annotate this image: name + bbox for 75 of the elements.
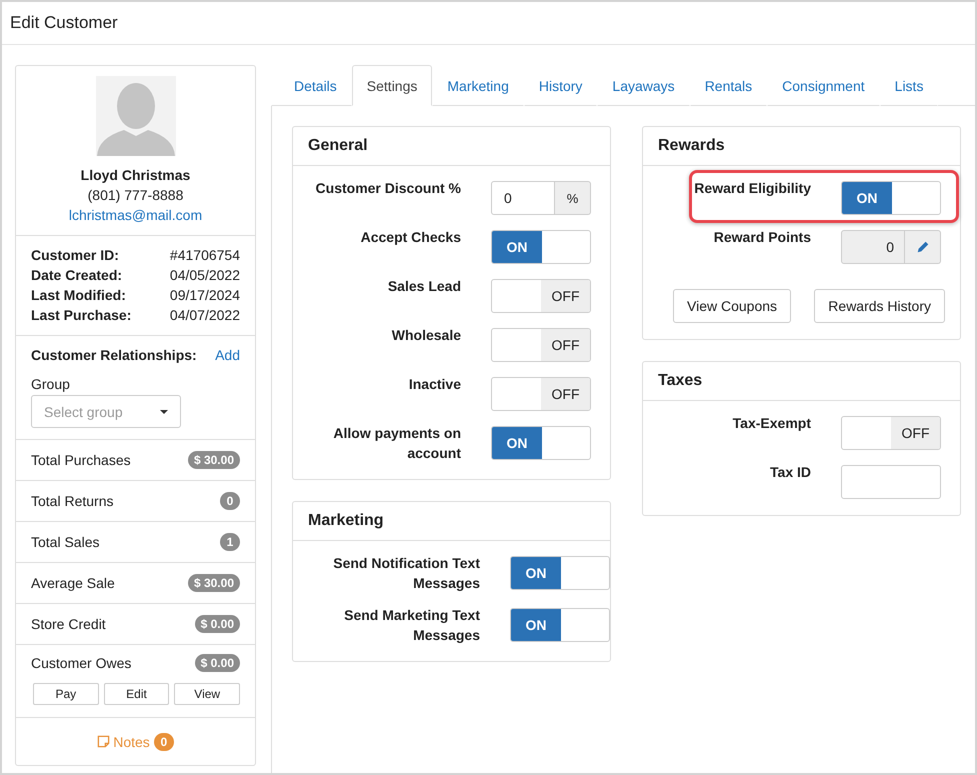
field-label: Accept Checks xyxy=(360,228,461,247)
toggle-switch[interactable]: OFF xyxy=(491,377,591,411)
field-label: Send Notification Text Messages xyxy=(332,554,480,593)
stat-label: Total Returns xyxy=(31,493,114,509)
panel-button[interactable]: View Coupons xyxy=(673,289,792,323)
detail-value: 09/17/2024 xyxy=(170,286,240,305)
discount-field[interactable]: 0 xyxy=(491,181,555,215)
customer-email-link[interactable]: lchristmas@mail.com xyxy=(68,205,202,225)
caret-icon xyxy=(160,410,168,414)
detail-label: Date Created: xyxy=(31,266,122,285)
detail-label: Last Purchase: xyxy=(31,306,132,325)
toggle-switch[interactable]: OFF xyxy=(491,328,591,362)
panel-title: Taxes xyxy=(658,372,702,390)
tab[interactable]: Layaways xyxy=(597,65,690,106)
stat-badge: $ 30.00 xyxy=(188,451,240,469)
field-label: Tax ID xyxy=(769,463,811,482)
toggle-switch[interactable]: ON xyxy=(491,426,591,460)
tax-id-field[interactable] xyxy=(841,465,941,499)
panel-title: General xyxy=(308,137,368,155)
stat-badge: 0 xyxy=(220,492,240,510)
field-label: Reward Points xyxy=(712,228,811,247)
stat-label: Total Purchases xyxy=(31,452,131,468)
window-title: Edit Customer xyxy=(10,13,118,33)
tab[interactable]: History xyxy=(524,65,598,106)
tab[interactable]: Settings xyxy=(352,65,432,106)
panel-button[interactable]: Rewards History xyxy=(814,289,945,323)
avatar-icon xyxy=(96,76,176,156)
customer-name: Lloyd Christmas xyxy=(80,166,190,185)
note-icon xyxy=(97,735,110,748)
toggle-switch[interactable]: OFF xyxy=(491,279,591,313)
field-label: Tax-Exempt xyxy=(732,414,811,433)
stat-badge: $ 0.00 xyxy=(194,654,240,672)
detail-value: 04/07/2022 xyxy=(170,306,240,325)
toggle-switch[interactable]: ON xyxy=(510,608,610,642)
group-label: Group xyxy=(31,375,71,394)
toggle-switch[interactable]: ON xyxy=(841,181,941,215)
field-label: Reward Eligibility xyxy=(693,179,811,198)
toggle-switch[interactable]: ON xyxy=(491,230,591,264)
stat-label: Store Credit xyxy=(31,616,106,632)
field-label: Allow payments on account xyxy=(332,424,461,463)
customer-phone: (801) 777-8888 xyxy=(88,186,184,205)
notes-count-badge: 0 xyxy=(154,732,174,750)
detail-value: 04/05/2022 xyxy=(170,266,240,285)
action-button[interactable]: Pay xyxy=(33,683,99,705)
detail-value: #41706754 xyxy=(170,246,240,265)
detail-label: Last Modified: xyxy=(31,286,126,305)
stat-label: Average Sale xyxy=(31,575,115,591)
tab[interactable]: Consignment xyxy=(767,65,880,106)
add-link[interactable]: Add xyxy=(215,345,240,365)
pencil-icon xyxy=(916,240,930,254)
stat-badge: $ 30.00 xyxy=(188,574,240,592)
stat-label: Total Sales xyxy=(31,534,100,550)
action-button[interactable]: View xyxy=(174,683,240,705)
field-label: Sales Lead xyxy=(386,277,461,296)
edit-button[interactable] xyxy=(905,230,941,264)
percent-addon: % xyxy=(555,181,591,215)
panel-title: Rewards xyxy=(658,137,725,155)
tab[interactable]: Lists xyxy=(880,65,938,106)
field-label: Wholesale xyxy=(390,326,461,345)
tab[interactable]: Rentals xyxy=(690,65,768,106)
points-field: 0 xyxy=(841,230,905,264)
action-button[interactable]: Edit xyxy=(104,683,170,705)
panel-title: Marketing xyxy=(308,512,384,530)
toggle-switch[interactable]: OFF xyxy=(841,416,941,450)
detail-label: Customer ID: xyxy=(31,246,119,265)
tab[interactable]: Marketing xyxy=(432,65,524,106)
stat-badge: 1 xyxy=(220,533,240,551)
relationships-label: Customer Relationships: xyxy=(31,346,197,365)
group-select[interactable]: Select group xyxy=(31,395,181,428)
stat-label: Customer Owes xyxy=(31,655,132,671)
field-label: Customer Discount % xyxy=(314,179,461,198)
field-label: Inactive xyxy=(408,375,461,394)
field-label: Send Marketing Text Messages xyxy=(343,606,480,645)
stat-badge: $ 0.00 xyxy=(194,615,240,633)
toggle-switch[interactable]: ON xyxy=(510,556,610,590)
